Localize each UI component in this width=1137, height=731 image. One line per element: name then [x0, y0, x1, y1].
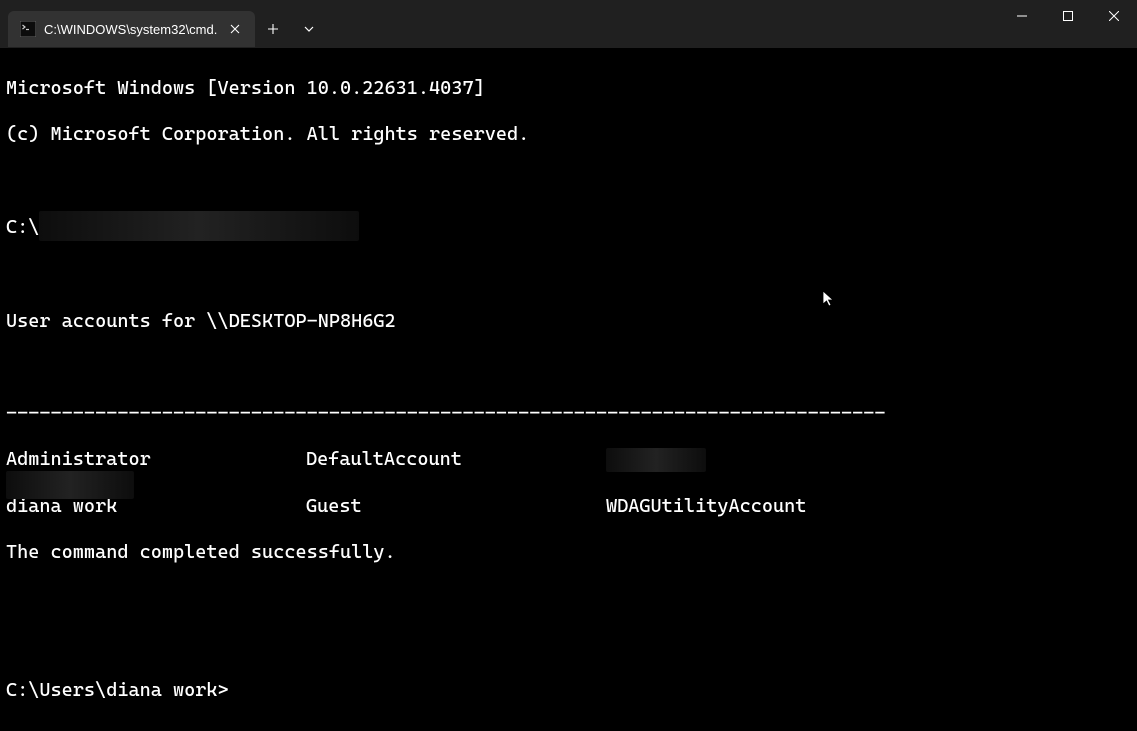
redacted-account-overlap — [6, 471, 134, 499]
blank-line — [6, 264, 1131, 287]
titlebar: C:\WINDOWS\system32\cmd. — [0, 0, 1137, 48]
terminal-output[interactable]: Microsoft Windows [Version 10.0.22631.40… — [0, 48, 1137, 731]
close-icon — [230, 24, 240, 34]
account-cell: DefaultAccount — [306, 448, 606, 471]
prompt-line-2: C:\Users\diana work> — [6, 679, 1131, 702]
accounts-row-2: diana workGuestWDAGUtilityAccount — [6, 495, 1131, 518]
completion-line: The command completed successfully. — [6, 541, 1131, 564]
prompt-line-1: C:\ — [6, 215, 1131, 241]
new-tab-button[interactable] — [255, 11, 291, 47]
tab-area: C:\WINDOWS\system32\cmd. — [0, 0, 327, 48]
separator-line: ----------------------------------------… — [6, 402, 1131, 425]
minimize-icon — [1017, 11, 1027, 21]
minimize-button[interactable] — [999, 0, 1045, 32]
redacted-command — [39, 211, 359, 241]
banner-line: Microsoft Windows [Version 10.0.22631.40… — [6, 77, 1131, 100]
close-window-button[interactable] — [1091, 0, 1137, 32]
account-cell: Administrator — [6, 448, 306, 471]
tab-close-button[interactable] — [225, 19, 245, 39]
prompt-prefix: C:\ — [6, 216, 39, 238]
chevron-down-icon — [303, 23, 315, 35]
cmd-icon — [20, 21, 36, 37]
blank-line — [6, 633, 1131, 656]
accounts-row-1: AdministratorDefaultAccount — [6, 448, 1131, 472]
tab-title: C:\WINDOWS\system32\cmd. — [44, 22, 217, 37]
copyright-line: (c) Microsoft Corporation. All rights re… — [6, 123, 1131, 146]
account-cell: Guest — [306, 495, 606, 518]
accounts-header: User accounts for \\DESKTOP-NP8H6G2 — [6, 310, 1131, 333]
blank-line — [6, 169, 1131, 192]
tab-cmd[interactable]: C:\WINDOWS\system32\cmd. — [8, 11, 255, 47]
plus-icon — [267, 23, 279, 35]
account-cell: WDAGUtilityAccount — [606, 495, 806, 518]
maximize-button[interactable] — [1045, 0, 1091, 32]
maximize-icon — [1063, 11, 1073, 21]
blank-line — [6, 356, 1131, 379]
window-controls — [999, 0, 1137, 48]
blank-line — [6, 587, 1131, 610]
redacted-account — [606, 448, 706, 472]
close-icon — [1109, 11, 1119, 21]
tab-dropdown-button[interactable] — [291, 11, 327, 47]
